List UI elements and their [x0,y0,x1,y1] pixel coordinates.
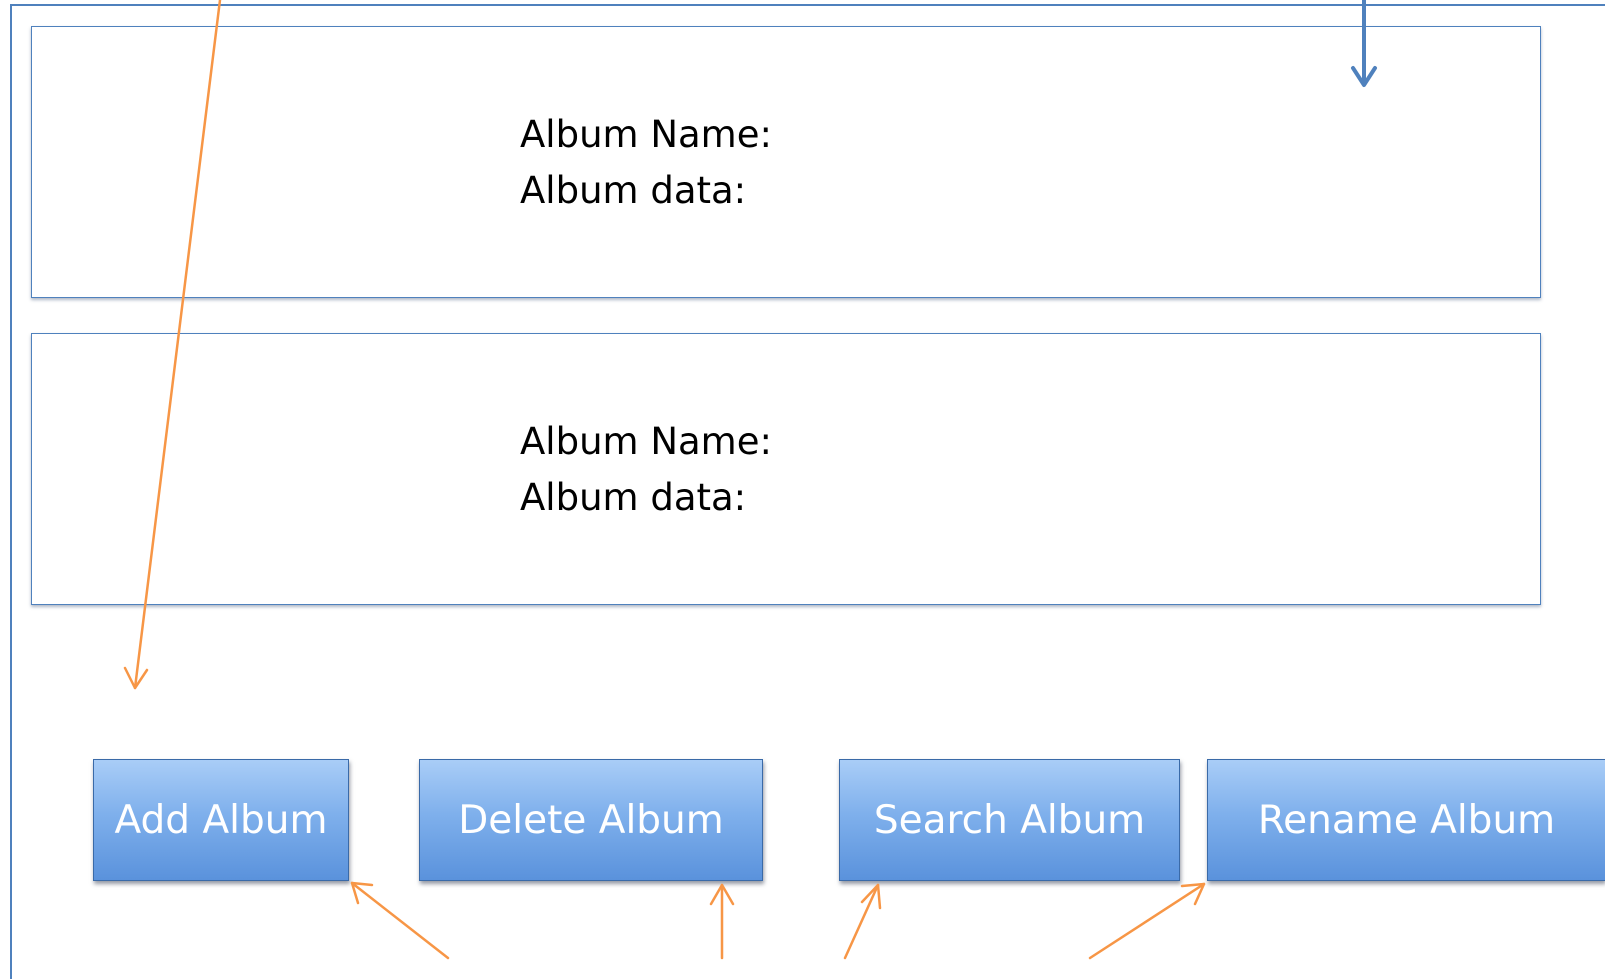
album-fields: Album Name: Album data: [520,414,772,526]
album-data-label: Album data: [520,169,747,212]
album-card[interactable]: Album Name: Album data: [31,333,1541,605]
rename-album-button[interactable]: Rename Album [1207,759,1605,881]
search-album-button[interactable]: Search Album [839,759,1180,881]
album-data-label: Album data: [520,476,747,519]
album-card[interactable]: Album Name: Album data: [31,26,1541,298]
album-name-label: Album Name: [520,420,772,463]
album-name-label: Album Name: [520,113,772,156]
add-album-button[interactable]: Add Album [93,759,349,881]
delete-album-button[interactable]: Delete Album [419,759,763,881]
album-fields: Album Name: Album data: [520,107,772,219]
